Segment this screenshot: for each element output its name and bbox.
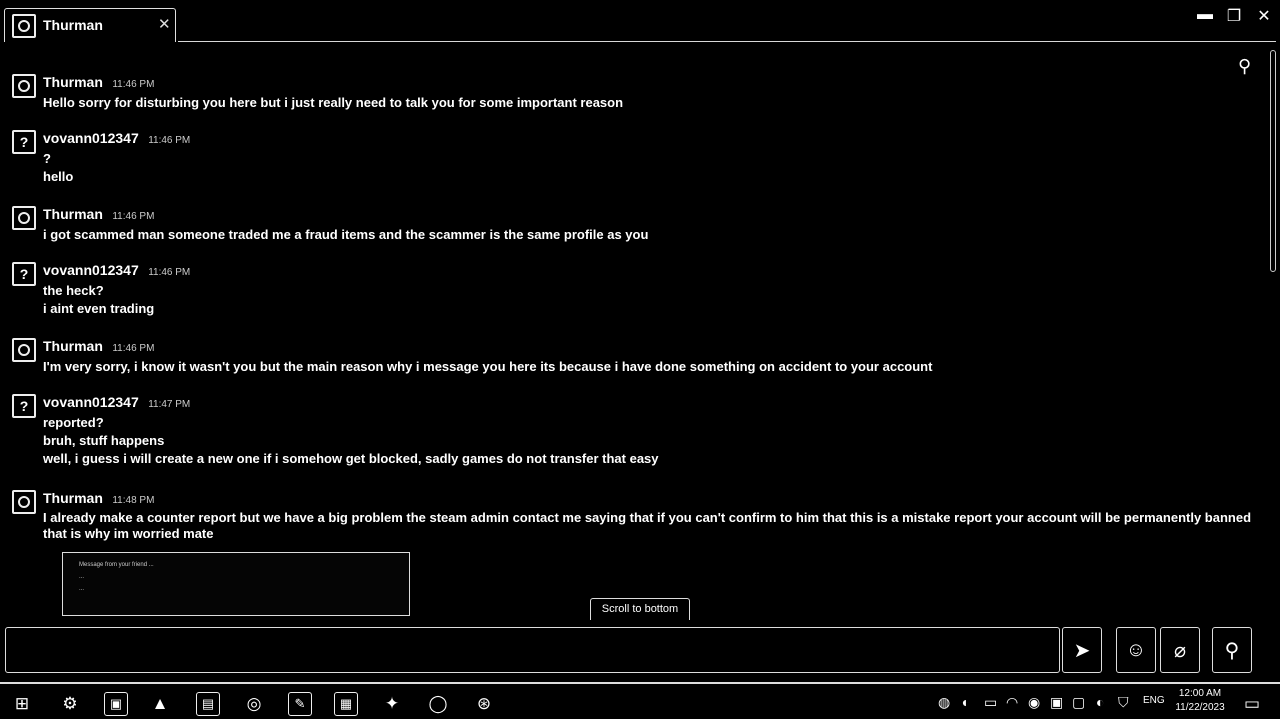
message-text: hello (43, 169, 74, 184)
avatar[interactable] (12, 490, 36, 514)
scrollbar[interactable] (1270, 50, 1276, 272)
close-icon[interactable]: ✕ (1254, 6, 1274, 26)
opera-icon[interactable]: ◯ (426, 692, 450, 716)
message-text: i got scammed man someone traded me a fr… (43, 227, 649, 242)
paperclip-icon: ⌀ (1173, 639, 1187, 662)
sender-name[interactable]: Thurman (43, 490, 103, 506)
chat-tab[interactable]: Thurman ✕ (4, 8, 176, 42)
emoji-icon: ☺ (1125, 638, 1147, 661)
clock-time: 12:00 AM (1178, 688, 1222, 699)
message-text: the heck? (43, 283, 104, 298)
avatar[interactable]: ? (12, 262, 36, 286)
sender-name[interactable]: vovann012347 (43, 394, 139, 410)
microphone-icon: ⚲ (1224, 639, 1240, 662)
editor-icon[interactable]: ✎ (288, 692, 312, 716)
message-time: 11:46 PM (112, 343, 155, 354)
attachment-text: ... (79, 574, 85, 580)
title-bar: Thurman ✕ ▬ ❐ ✕ (0, 0, 1280, 44)
notifications-icon[interactable]: ▭ (1240, 692, 1264, 716)
edge-icon[interactable]: ◎ (242, 692, 266, 716)
message-time: 11:47 PM (148, 399, 191, 410)
message-text: bruh, stuff happens (43, 433, 165, 448)
network-icon[interactable]: ◍ (938, 694, 950, 711)
restore-icon[interactable]: ❐ (1224, 6, 1244, 26)
send-icon: ➤ (1073, 639, 1091, 662)
attachment-text: ... (79, 586, 85, 592)
avatar[interactable] (12, 206, 36, 230)
settings-icon[interactable]: ⚙ (58, 692, 82, 716)
tray-app-icon[interactable]: ▢ (1072, 694, 1085, 711)
shield-icon[interactable]: ⛉ (1118, 694, 1129, 711)
language-indicator[interactable]: ENG (1143, 695, 1165, 706)
message-text: Hello sorry for disturbing you here but … (43, 95, 624, 110)
send-button[interactable]: ➤ (1062, 627, 1102, 673)
message-text: i aint even trading (43, 301, 155, 316)
voice-button[interactable]: ⚲ (1212, 627, 1252, 673)
tray-app-icon[interactable]: ◐ (1096, 694, 1104, 710)
chat-log[interactable]: Thurman 11:46 PM Hello sorry for disturb… (0, 44, 1268, 620)
emoji-button[interactable]: ☺ (1116, 627, 1156, 673)
sender-name[interactable]: Thurman (43, 206, 103, 222)
clock-date: 11/22/2023 (1175, 702, 1225, 713)
sender-name[interactable]: Thurman (43, 74, 103, 90)
message-time: 11:48 PM (112, 495, 155, 506)
message-text: well, i guess i will create a new one if… (43, 451, 659, 466)
steam-icon[interactable]: ⊛ (472, 692, 496, 716)
clock[interactable]: 12:00 AM 11/22/2023 (1172, 687, 1228, 715)
wifi-icon[interactable]: ◠ (1006, 694, 1018, 711)
battery-icon[interactable]: ▭ (984, 694, 997, 711)
attachment-text: Message from your friend ... (79, 562, 154, 568)
avatar[interactable]: ? (12, 130, 36, 154)
terminal-icon[interactable]: ▤ (196, 692, 220, 716)
tray-app-icon[interactable]: ◉ (1028, 694, 1040, 711)
tab-divider (178, 41, 1276, 42)
message-text: ? (43, 151, 51, 166)
sender-name[interactable]: Thurman (43, 338, 103, 354)
message-time: 11:46 PM (112, 79, 155, 90)
avatar[interactable] (12, 338, 36, 362)
message-time: 11:46 PM (112, 211, 155, 222)
app-icon[interactable]: ✦ (380, 692, 404, 716)
avatar (12, 14, 36, 38)
add-friend-icon[interactable]: ⚲ (1238, 56, 1251, 77)
tray-app-icon[interactable]: ▣ (1050, 694, 1063, 711)
media-icon[interactable]: ▣ (104, 692, 128, 716)
message-text: I'm very sorry, i know it wasn't you but… (43, 359, 933, 374)
image-attachment[interactable]: Message from your friend ... ... ... (62, 552, 410, 616)
message-time: 11:46 PM (148, 267, 191, 278)
scroll-to-bottom-button[interactable]: Scroll to bottom (590, 598, 690, 620)
avatar[interactable]: ? (12, 394, 36, 418)
message-time: 11:46 PM (148, 135, 191, 146)
attach-button[interactable]: ⌀ (1160, 627, 1200, 673)
minimize-icon[interactable]: ▬ (1195, 6, 1215, 24)
volume-icon[interactable]: ◖ (960, 694, 968, 710)
tab-title: Thurman (43, 17, 103, 33)
save-icon[interactable]: ▦ (334, 692, 358, 716)
sender-name[interactable]: vovann012347 (43, 130, 139, 146)
avatar[interactable] (12, 74, 36, 98)
message-text: reported? (43, 415, 104, 430)
message-input[interactable] (5, 627, 1060, 673)
taskbar: ⊞ ⚙ ▣ ▲ ▤ ◎ ✎ ▦ ✦ ◯ ⊛ ◍ ◖ ▭ ◠ ◉ ▣ ▢ ◐ ⛉ … (0, 682, 1280, 719)
close-icon[interactable]: ✕ (158, 15, 171, 33)
vlc-icon[interactable]: ▲ (148, 692, 172, 716)
sender-name[interactable]: vovann012347 (43, 262, 139, 278)
message-text: I already make a counter report but we h… (43, 510, 1252, 541)
start-icon[interactable]: ⊞ (10, 692, 34, 716)
